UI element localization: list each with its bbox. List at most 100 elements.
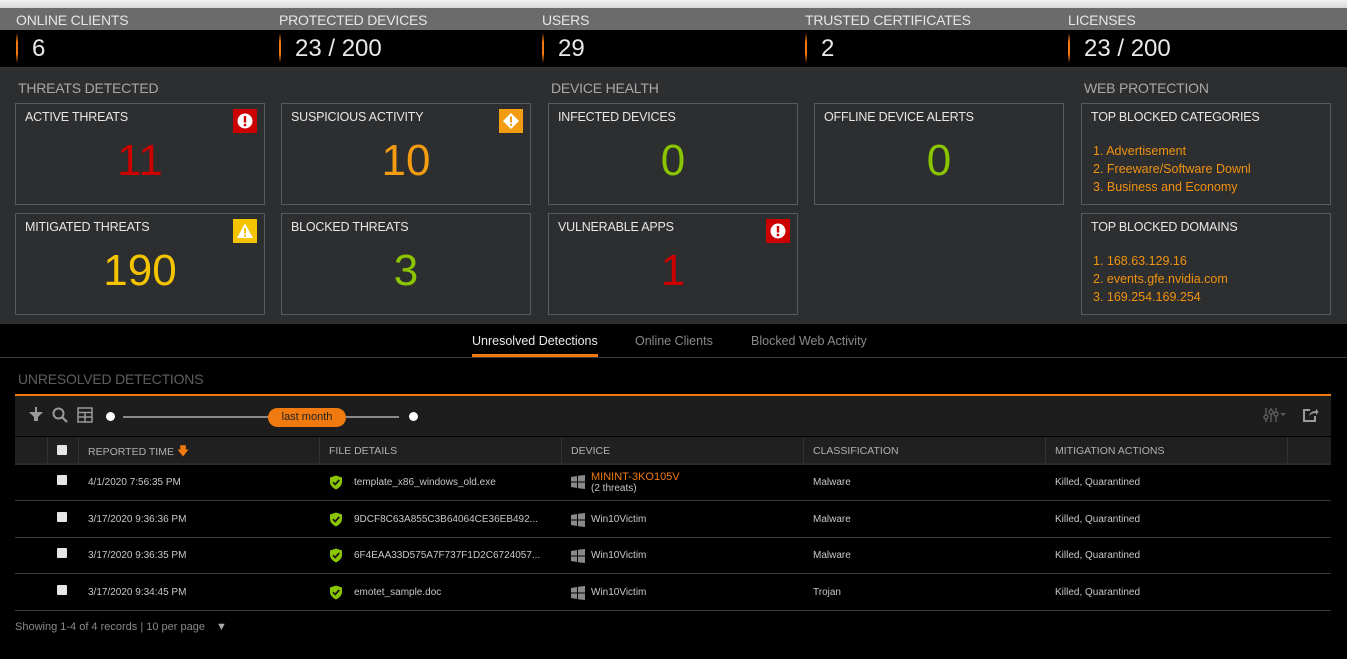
search-icon[interactable] bbox=[51, 406, 69, 424]
table-row[interactable]: 3/17/2020 9:34:45 PM emotet_sample.doc W… bbox=[15, 575, 1331, 611]
card-value: 10 bbox=[381, 136, 431, 185]
filter-icon[interactable] bbox=[27, 406, 45, 424]
file-name[interactable]: emotet_sample.doc bbox=[354, 587, 441, 598]
row-checkbox-cell bbox=[48, 575, 79, 610]
domain-item[interactable]: 3. 169.254.169.254 bbox=[1093, 288, 1228, 306]
table-header: REPORTED TIME 🡇 FILE DETAILS DEVICE CLAS… bbox=[15, 437, 1331, 465]
device-name[interactable]: MININT-3KO105V bbox=[591, 471, 680, 483]
windows-icon bbox=[571, 513, 585, 527]
file-details-cell[interactable]: template_x86_windows_old.exe bbox=[320, 465, 562, 500]
select-all-checkbox[interactable] bbox=[57, 445, 67, 455]
device-cell[interactable]: Win10Victim bbox=[562, 575, 804, 610]
accent-bar bbox=[16, 33, 18, 63]
tab-online-clients[interactable]: Online Clients bbox=[635, 334, 713, 348]
mitigation-actions: Killed, Quarantined bbox=[1055, 514, 1141, 525]
row-checkbox[interactable] bbox=[57, 548, 67, 558]
column-header-classification[interactable]: CLASSIFICATION bbox=[804, 437, 1046, 463]
table-row[interactable]: 3/17/2020 9:36:35 PM 6F4EAA33D575A7F737F… bbox=[15, 538, 1331, 574]
card-value: 0 bbox=[660, 136, 686, 185]
card-top-blocked-categories[interactable]: TOP BLOCKED CATEGORIES 1. Advertisement … bbox=[1081, 103, 1331, 205]
file-details-cell[interactable]: 9DCF8C63A855C3B64064CE36EB492... bbox=[320, 502, 562, 537]
row-checkbox-cell bbox=[48, 538, 79, 573]
category-item[interactable]: 3. Business and Economy bbox=[1093, 178, 1251, 196]
warning-diamond-icon bbox=[499, 109, 523, 133]
stat-users[interactable]: 29 bbox=[542, 30, 805, 67]
card-blocked-threats[interactable]: BLOCKED THREATS 3 bbox=[281, 213, 531, 315]
windows-icon bbox=[571, 475, 585, 489]
tab-blocked-web-activity[interactable]: Blocked Web Activity bbox=[751, 334, 867, 348]
card-top-blocked-domains[interactable]: TOP BLOCKED DOMAINS 1. 168.63.129.16 2. … bbox=[1081, 213, 1331, 315]
row-spacer bbox=[15, 502, 48, 537]
stat-trusted-certificates[interactable]: 2 bbox=[805, 30, 1068, 67]
file-name[interactable]: 9DCF8C63A855C3B64064CE36EB492... bbox=[354, 514, 538, 525]
card-offline-device-alerts[interactable]: OFFLINE DEVICE ALERTS 0 bbox=[814, 103, 1064, 205]
file-name[interactable]: template_x86_windows_old.exe bbox=[354, 477, 496, 488]
device-name[interactable]: Win10Victim bbox=[591, 550, 646, 561]
header-spacer bbox=[1288, 437, 1331, 463]
accent-bar bbox=[542, 33, 544, 63]
accent-bar bbox=[805, 33, 807, 63]
adjust-columns-icon[interactable] bbox=[1263, 406, 1286, 424]
column-header-file-details[interactable]: FILE DETAILS bbox=[320, 437, 562, 463]
device-cell[interactable]: MININT-3KO105V (2 threats) bbox=[562, 465, 804, 500]
card-value: 1 bbox=[660, 246, 686, 295]
row-checkbox[interactable] bbox=[57, 512, 67, 522]
card-infected-devices[interactable]: INFECTED DEVICES 0 bbox=[548, 103, 798, 205]
per-page-dropdown-icon[interactable]: ▼ bbox=[216, 621, 227, 633]
window-top-strip bbox=[0, 0, 1347, 8]
row-checkbox[interactable] bbox=[57, 585, 67, 595]
accent-bar bbox=[1068, 33, 1070, 63]
slider-end-dot[interactable] bbox=[409, 412, 418, 421]
table-row[interactable]: 3/17/2020 9:36:36 PM 9DCF8C63A855C3B6406… bbox=[15, 502, 1331, 538]
category-item[interactable]: 1. Advertisement bbox=[1093, 142, 1251, 160]
card-mitigated-threats[interactable]: MITIGATED THREATS 190 bbox=[15, 213, 265, 315]
card-vulnerable-apps[interactable]: VULNERABLE APPS 1 bbox=[548, 213, 798, 315]
file-details-cell[interactable]: emotet_sample.doc bbox=[320, 575, 562, 610]
column-header-device[interactable]: DEVICE bbox=[562, 437, 804, 463]
sort-desc-icon: 🡇 bbox=[176, 444, 190, 458]
reported-time: 3/17/2020 9:36:35 PM bbox=[88, 550, 187, 561]
mitigation-actions: Killed, Quarantined bbox=[1055, 587, 1141, 598]
time-slider-handle[interactable]: last month bbox=[268, 408, 346, 427]
mitigation-actions: Killed, Quarantined bbox=[1055, 477, 1141, 488]
shield-check-icon bbox=[330, 585, 342, 600]
column-header-reported-time[interactable]: REPORTED TIME 🡇 bbox=[79, 437, 320, 463]
classification: Malware bbox=[813, 477, 851, 488]
mitigation-actions: Killed, Quarantined bbox=[1055, 550, 1141, 561]
file-details-cell[interactable]: 6F4EAA33D575A7F737F1D2C6724057... bbox=[320, 538, 562, 573]
columns-icon[interactable] bbox=[76, 406, 94, 424]
table-row[interactable]: 4/1/2020 7:56:35 PM template_x86_windows… bbox=[15, 465, 1331, 501]
category-item[interactable]: 2. Freeware/Software Downl bbox=[1093, 160, 1251, 178]
domain-item[interactable]: 2. events.gfe.nvidia.com bbox=[1093, 270, 1228, 288]
time-slider-track[interactable] bbox=[123, 416, 399, 418]
device-name[interactable]: Win10Victim bbox=[591, 587, 646, 598]
export-icon[interactable] bbox=[1301, 406, 1319, 424]
section-title-threats: THREATS DETECTED bbox=[18, 80, 159, 96]
row-checkbox[interactable] bbox=[57, 475, 67, 485]
device-name[interactable]: Win10Victim bbox=[591, 514, 646, 525]
stat-online-clients[interactable]: 6 bbox=[0, 30, 279, 67]
warning-triangle-icon bbox=[233, 219, 257, 243]
classification: Malware bbox=[813, 514, 851, 525]
file-name[interactable]: 6F4EAA33D575A7F737F1D2C6724057... bbox=[354, 550, 540, 561]
domain-item[interactable]: 1. 168.63.129.16 bbox=[1093, 252, 1228, 270]
card-active-threats[interactable]: ACTIVE THREATS 11 bbox=[15, 103, 265, 205]
stat-protected-devices[interactable]: 23 / 200 bbox=[279, 30, 542, 67]
detections-title: UNRESOLVED DETECTIONS bbox=[18, 371, 204, 387]
column-header-mitigation-actions[interactable]: MITIGATION ACTIONS bbox=[1046, 437, 1288, 463]
slider-start-dot[interactable] bbox=[106, 412, 115, 421]
stat-trusted-certificates-label: TRUSTED CERTIFICATES bbox=[805, 12, 971, 28]
row-spacer bbox=[15, 575, 48, 610]
row-checkbox-cell bbox=[48, 465, 79, 500]
tab-unresolved-detections[interactable]: Unresolved Detections bbox=[472, 334, 598, 357]
stat-licenses[interactable]: 23 / 200 bbox=[1068, 30, 1331, 67]
device-cell[interactable]: Win10Victim bbox=[562, 538, 804, 573]
device-cell[interactable]: Win10Victim bbox=[562, 502, 804, 537]
reported-time: 4/1/2020 7:56:35 PM bbox=[88, 477, 181, 488]
card-value: 11 bbox=[117, 136, 163, 185]
card-suspicious-activity[interactable]: SUSPICIOUS ACTIVITY 10 bbox=[281, 103, 531, 205]
records-summary: Showing 1-4 of 4 records | 10 per page bbox=[15, 621, 205, 633]
device-info: Win10Victim bbox=[591, 587, 646, 598]
stats-values-bar: 6 23 / 200 29 2 23 / 200 bbox=[0, 30, 1347, 68]
shield-check-icon bbox=[330, 512, 342, 527]
